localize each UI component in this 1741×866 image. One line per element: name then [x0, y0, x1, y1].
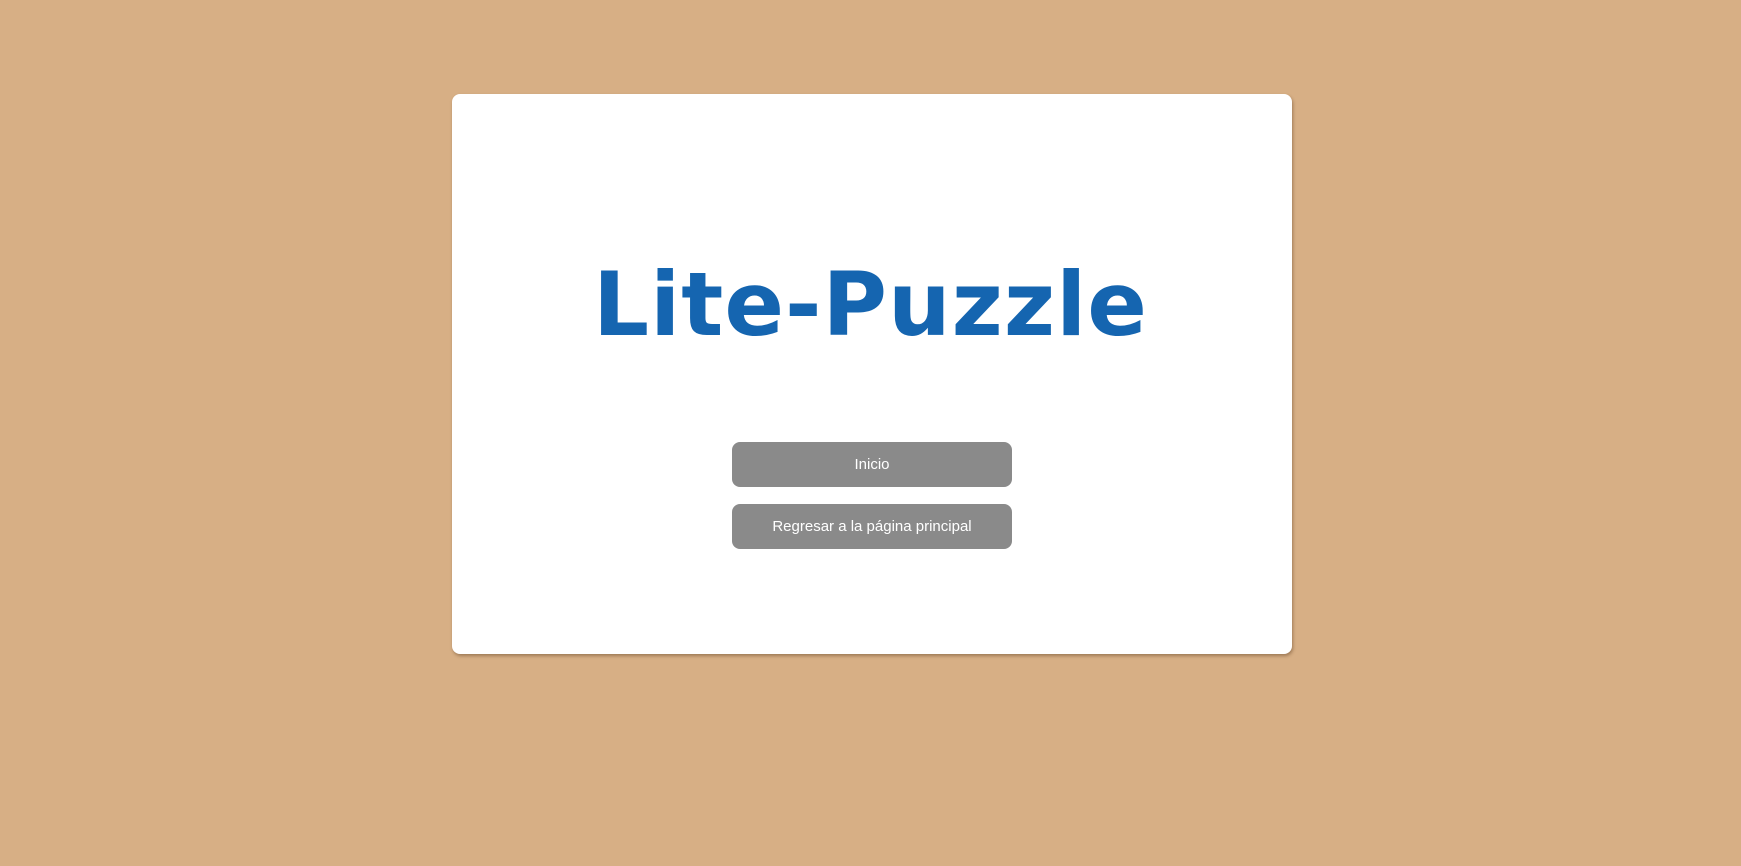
start-button[interactable]: Inicio: [732, 442, 1012, 487]
game-title: Lite-Puzzle: [593, 253, 1148, 356]
main-card: [452, 94, 1292, 654]
return-home-button[interactable]: Regresar a la página principal: [732, 504, 1012, 549]
